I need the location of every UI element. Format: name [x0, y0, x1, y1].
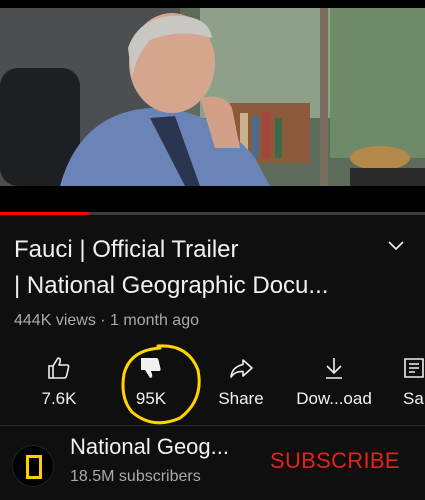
- video-player[interactable]: [0, 0, 425, 212]
- share-label: Share: [218, 389, 264, 408]
- download-button[interactable]: Dow...oad: [289, 345, 379, 420]
- share-icon: [230, 359, 253, 378]
- channel-avatar[interactable]: [12, 445, 54, 487]
- video-title-line-1: Fauci | Official Trailer: [14, 236, 239, 263]
- video-title-area[interactable]: Fauci | Official Trailer | National Geog…: [14, 232, 374, 304]
- download-icon: [326, 358, 342, 379]
- video-title[interactable]: Fauci | Official Trailer | National Geog…: [14, 232, 374, 304]
- thumbs-down-icon: [141, 358, 161, 378]
- video-title-line-2: | National Geographic Docu...: [14, 272, 329, 299]
- dislike-count: 95K: [135, 389, 167, 408]
- chevron-down-icon[interactable]: [386, 236, 406, 256]
- section-divider: [0, 425, 425, 426]
- save-button[interactable]: Sa: [385, 345, 425, 420]
- channel-row[interactable]: National Geog... 18.5M subscribers SUBSC…: [0, 428, 425, 500]
- download-label: Dow...oad: [296, 389, 372, 408]
- national-geographic-logo-icon: [26, 455, 42, 479]
- thumbs-up-icon: [48, 357, 70, 379]
- channel-subscriber-count: 18.5M subscribers: [70, 468, 201, 485]
- video-thumbnail-image: [0, 8, 425, 186]
- channel-name[interactable]: National Geog...: [70, 434, 229, 460]
- video-progress-fill: [0, 212, 90, 215]
- save-icon: [404, 358, 424, 378]
- dislike-button[interactable]: 95K: [106, 345, 196, 420]
- like-button[interactable]: 7.6K: [14, 345, 104, 420]
- video-views-and-date: 444K views · 1 month ago: [14, 312, 199, 329]
- like-count: 7.6K: [41, 389, 77, 408]
- save-label: Sa: [403, 389, 424, 408]
- subscribe-button[interactable]: SUBSCRIBE: [270, 448, 400, 474]
- video-frame[interactable]: [0, 8, 425, 186]
- share-button[interactable]: Share: [196, 345, 286, 420]
- video-actions-bar: 7.6K 95K Share Dow...oad Sa: [0, 345, 425, 420]
- video-progress-bar[interactable]: [0, 212, 425, 215]
